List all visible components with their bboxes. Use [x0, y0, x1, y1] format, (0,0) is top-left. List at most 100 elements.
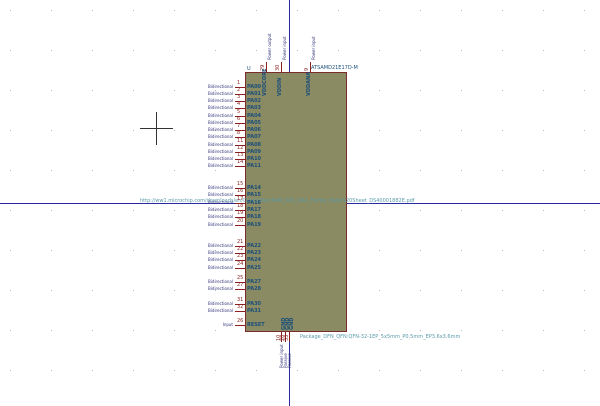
grid-dot — [379, 330, 380, 331]
grid-dot — [338, 10, 339, 11]
grid-dot — [92, 90, 93, 91]
grid-dot — [133, 10, 134, 11]
grid-dot — [379, 10, 380, 11]
pin-electrical-type: Power input — [282, 36, 287, 60]
grid-dot — [133, 170, 134, 171]
grid-dot — [338, 50, 339, 51]
pin-line[interactable] — [235, 268, 245, 269]
pin-electrical-type: Bidirectional — [208, 113, 233, 118]
pin-line[interactable] — [235, 289, 245, 290]
schematic-canvas[interactable]: U ATSAMD21E17D-M http://ww1.microchip.co… — [0, 0, 600, 406]
grid-dot — [174, 370, 175, 371]
pin-number: 13 — [237, 152, 244, 158]
pin-name: PA03 — [247, 105, 262, 111]
pin-name: PA28 — [247, 286, 262, 292]
pin-electrical-type: Bidirectional — [208, 214, 233, 219]
grid-dot — [502, 50, 503, 51]
pin-name: PA10 — [247, 156, 262, 162]
pin-number: 16 — [237, 188, 244, 194]
grid-dot — [174, 290, 175, 291]
grid-dot — [215, 50, 216, 51]
grid-dot — [92, 50, 93, 51]
grid-dot — [379, 290, 380, 291]
pin-electrical-type: Bidirectional — [208, 98, 233, 103]
grid-dot — [543, 250, 544, 251]
pin-line[interactable] — [310, 62, 311, 72]
grid-dot — [92, 250, 93, 251]
grid-dot — [51, 130, 52, 131]
pin-name: PA18 — [247, 214, 262, 220]
grid-dot — [256, 370, 257, 371]
pin-number: 27 — [237, 282, 244, 288]
grid-dot — [215, 330, 216, 331]
grid-dot — [461, 170, 462, 171]
crosshair-cursor-v — [156, 112, 157, 145]
grid-dot — [543, 90, 544, 91]
grid-dot — [543, 130, 544, 131]
pin-electrical-type: Bidirectional — [208, 156, 233, 161]
grid-dot — [502, 170, 503, 171]
pin-number: 26 — [237, 318, 244, 324]
grid-dot — [10, 170, 11, 171]
footprint-field[interactable]: Package_DFN_QFN:QFN-32-1EP_5x5mm_P0.5mm_… — [300, 335, 460, 340]
grid-dot — [420, 130, 421, 131]
pin-electrical-type: Bidirectional — [208, 250, 233, 255]
grid-dot — [379, 170, 380, 171]
pin-name: RESET — [247, 322, 265, 328]
grid-dot — [379, 210, 380, 211]
grid-dot — [502, 210, 503, 211]
grid-dot — [420, 10, 421, 11]
pin-line[interactable] — [235, 311, 245, 312]
grid-dot — [461, 330, 462, 331]
grid-dot — [92, 330, 93, 331]
grid-dot — [420, 90, 421, 91]
symbol-reference[interactable]: U — [247, 67, 251, 72]
pin-electrical-type: Power input — [311, 36, 316, 60]
grid-dot — [584, 370, 585, 371]
pin-electrical-type: Bidirectional — [208, 142, 233, 147]
pin-name: VDDIN — [277, 77, 283, 96]
pin-line[interactable] — [281, 62, 282, 72]
grid-dot — [379, 370, 380, 371]
grid-dot — [420, 170, 421, 171]
grid-dot — [379, 90, 380, 91]
grid-dot — [51, 170, 52, 171]
pin-electrical-type: Bidirectional — [208, 91, 233, 96]
grid-dot — [502, 130, 503, 131]
grid-dot — [420, 250, 421, 251]
datasheet-field[interactable]: http://ww1.microchip.com/downloads/en/De… — [140, 199, 415, 204]
pin-line[interactable] — [235, 225, 245, 226]
grid-dot — [92, 210, 93, 211]
symbol-value[interactable]: ATSAMD21E17D-M — [311, 66, 358, 71]
pin-electrical-type: Bidirectional — [208, 120, 233, 125]
grid-dot — [543, 290, 544, 291]
grid-dot — [133, 370, 134, 371]
grid-dot — [584, 250, 585, 251]
grid-dot — [461, 290, 462, 291]
grid-dot — [51, 250, 52, 251]
pin-name: PA05 — [247, 120, 262, 126]
grid-dot — [51, 290, 52, 291]
grid-dot — [502, 90, 503, 91]
pin-name: PA22 — [247, 243, 262, 249]
grid-dot — [584, 10, 585, 11]
pin-name: PA30 — [247, 301, 262, 307]
grid-dot — [420, 290, 421, 291]
grid-dot — [174, 130, 175, 131]
pin-line[interactable] — [235, 166, 245, 167]
pin-name: PA19 — [247, 222, 262, 228]
pin-line[interactable] — [235, 325, 245, 326]
grid-dot — [502, 290, 503, 291]
pin-electrical-type: Bidirectional — [208, 308, 233, 313]
pin-number: 7 — [237, 123, 241, 129]
grid-dot — [584, 50, 585, 51]
pin-electrical-type: Bidirectional — [208, 243, 233, 248]
grid-dot — [51, 370, 52, 371]
pin-number: 32 — [237, 304, 244, 310]
pin-name: PA01 — [247, 91, 262, 97]
pin-electrical-type: Bidirectional — [208, 200, 233, 205]
pin-electrical-type: Bidirectional — [208, 222, 233, 227]
grid-dot — [133, 290, 134, 291]
pin-name: PA04 — [247, 113, 262, 119]
grid-dot — [174, 210, 175, 211]
